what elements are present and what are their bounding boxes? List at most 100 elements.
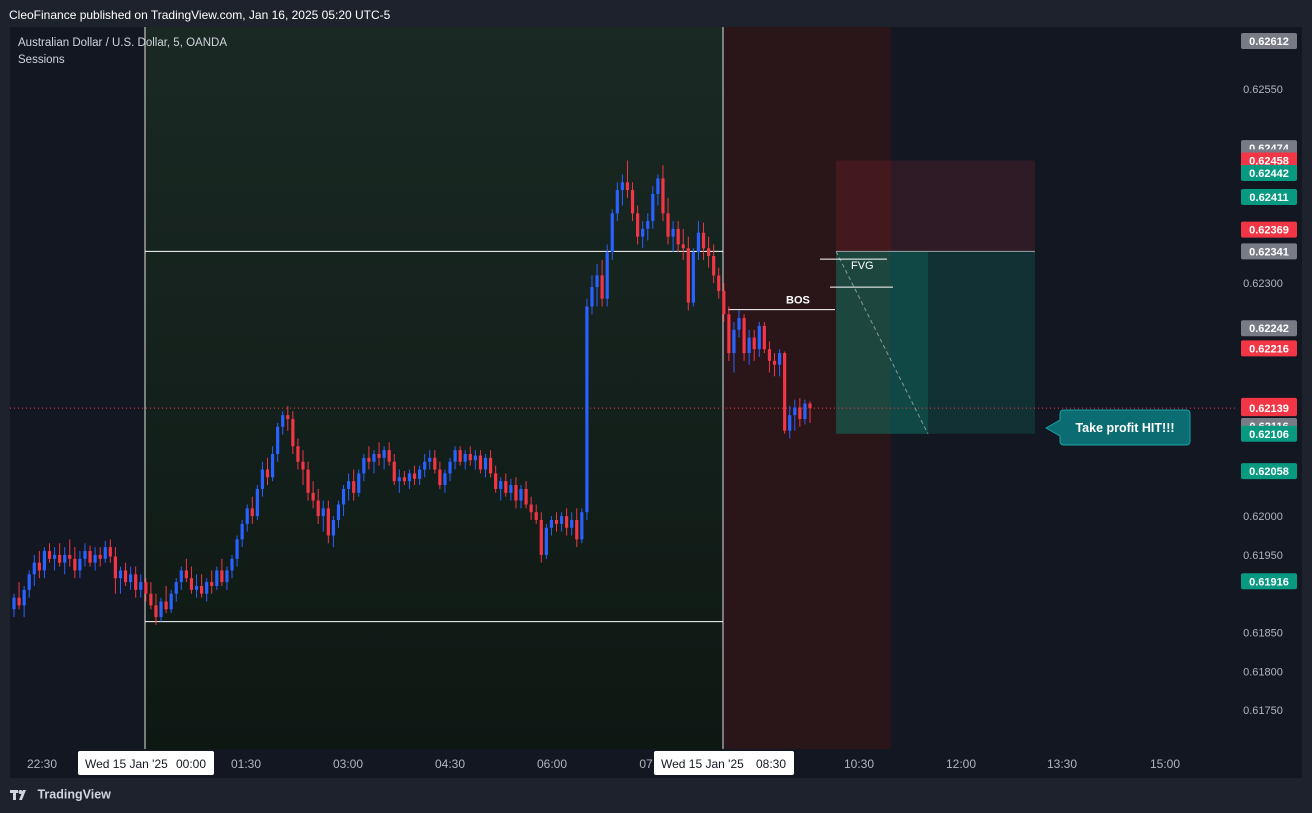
candle [37,551,41,579]
candle [42,547,47,579]
price-tag[interactable]: 0.62242 [1241,320,1297,337]
candle [58,543,62,567]
candle-body [144,582,148,594]
candle-body [565,516,569,528]
candle [783,351,787,434]
price-chart[interactable]: BOSFVGTake profit HIT!!! 0.625500.623000… [0,0,1312,813]
time-tick-label: 01:30 [231,757,261,771]
candle-body [291,419,295,447]
tradingview-footer[interactable]: TradingView [10,787,111,802]
candle-body [331,519,336,536]
time-tick-label: 13:30 [1047,757,1077,771]
candle-body [570,519,574,528]
candle [727,306,731,361]
candle-body [321,508,325,517]
candle [123,562,128,586]
candle-body [347,481,351,489]
candle-body [630,190,635,214]
candle-body [235,539,239,559]
price-tick-label: 0.61750 [1243,705,1283,717]
price-tag[interactable]: 0.62411 [1241,189,1297,206]
time-highlight-time: 00:00 [176,757,206,771]
price-tag[interactable]: 0.62369 [1241,221,1297,238]
candle-body [412,473,417,479]
candle [93,547,97,571]
candle-body [590,287,594,307]
candle-body [732,329,736,354]
candle-body [377,453,381,458]
candle-body [453,450,457,462]
price-tag[interactable]: 0.62216 [1241,340,1297,357]
candle-body [559,516,564,524]
candle-body [488,457,493,474]
candle-body [159,601,163,618]
time-axis[interactable]: 22:30 01:30 03:00 04:30 06:00 07 10:30 12:00 13:… [10,749,1302,778]
symbol-line[interactable]: Australian Dollar / U.S. Dollar, 5, OAND… [18,35,227,52]
price-tag[interactable]: 0.62442 [1241,164,1297,181]
time-highlight-label[interactable]: Wed 15 Jan '25 08:30 [654,751,794,775]
price-tick-label: 0.62000 [1243,511,1283,523]
candle [139,574,143,598]
candle-body [534,512,538,520]
candle-body [37,562,41,571]
candle-body [184,570,188,579]
time-highlight-label[interactable]: Wed 15 Jan '25 00:00 [78,751,214,775]
candle-body [514,485,518,501]
candle-body [341,488,346,505]
time-tick-label: 12:00 [946,757,976,771]
candle [73,547,77,579]
price-tag[interactable]: 0.62612 [1241,32,1297,49]
candle [134,566,138,598]
candle-body [220,570,224,583]
candle [17,582,21,610]
candle [63,547,67,575]
candle [27,570,31,598]
candle-body [539,519,543,555]
price-tag-label: 0.62369 [1249,225,1289,237]
candle-body [17,597,21,606]
candle [52,547,57,571]
price-axis[interactable]: 0.62550 0.62300 0.62000 0.61950 0.61850 0.618… [1238,27,1302,750]
candle-body [772,360,777,365]
candle-body [301,461,305,470]
candle-body [250,508,254,517]
candle [691,248,695,307]
fvg-label: FVG [851,260,874,272]
price-tag[interactable]: 0.62106 [1241,425,1297,442]
candle-body [22,589,26,606]
candle-body [98,554,102,559]
candle-body [265,469,270,478]
price-tag[interactable]: 0.61916 [1241,573,1297,590]
candle-body [747,337,751,354]
candle-body [68,554,72,559]
candle-body [169,593,173,610]
candle-body [742,318,746,354]
price-tag[interactable]: 0.62341 [1241,243,1297,260]
candle-body [174,582,178,594]
price-tag[interactable]: 0.62058 [1241,463,1297,480]
candle-body [194,585,199,590]
footer-brand: TradingView [37,787,111,802]
indicator-label[interactable]: Sessions [18,52,227,69]
price-tag[interactable]: 0.62139 [1241,400,1297,417]
candle [255,485,259,520]
candle-body [509,485,513,493]
candle-body [73,558,77,571]
candle-body [210,582,214,586]
candle-body [118,570,123,579]
price-tag-label: 0.62216 [1249,343,1289,355]
candle-body [164,601,168,610]
candle-body [12,597,16,610]
candle-body [260,469,265,489]
price-tag-label: 0.62411 [1249,192,1288,204]
candle-body [656,178,660,194]
stop-loss-zone[interactable] [836,160,1035,252]
candle-body [777,353,782,365]
candle-body [808,403,812,409]
candle [22,585,26,618]
take-profit-callout[interactable]: Take profit HIT!!! [1044,409,1191,446]
candle-body [691,252,695,303]
time-tick-label: 06:00 [537,757,567,771]
candle [98,547,102,567]
candle-body [367,457,371,462]
